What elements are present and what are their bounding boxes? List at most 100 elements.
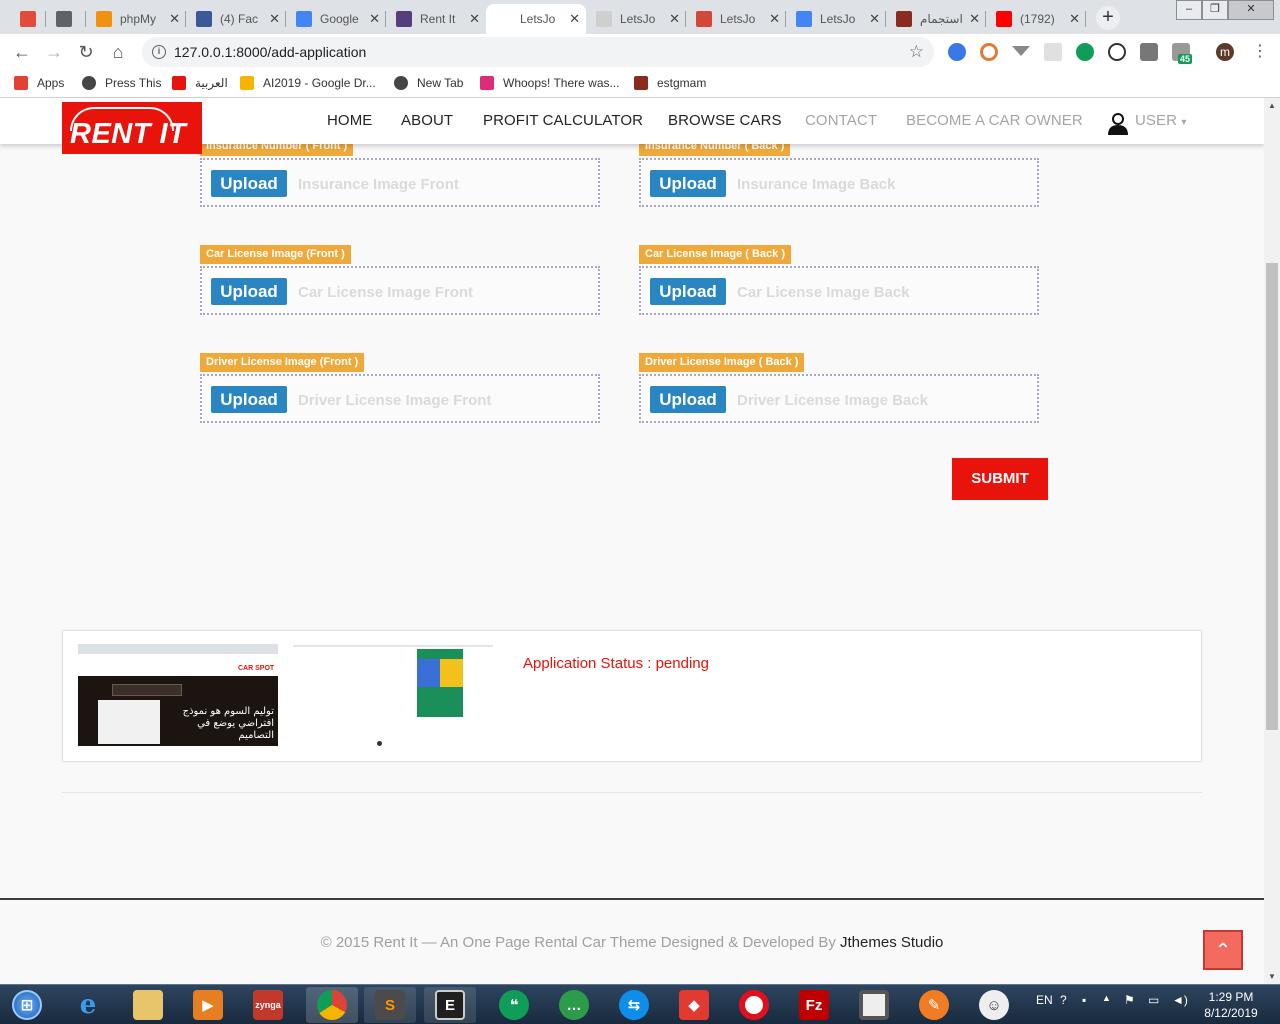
browser-tab[interactable]: LetsJo ✕: [586, 4, 686, 34]
browser-tab[interactable]: phpMy ✕: [86, 4, 186, 34]
close-tab-icon[interactable]: ✕: [969, 11, 980, 27]
taskbar-explorer[interactable]: [122, 987, 174, 1023]
close-tab-icon[interactable]: ✕: [169, 11, 180, 27]
bookmark-item[interactable]: AI2019 - Google Dr...: [240, 76, 376, 90]
extension-icon-2[interactable]: [980, 43, 998, 61]
close-tab-icon[interactable]: ✕: [369, 11, 380, 27]
profile-avatar[interactable]: m: [1216, 43, 1234, 61]
nav-become-car-owner[interactable]: BECOME A CAR OWNER: [906, 112, 1083, 129]
extension-icon-4[interactable]: [1044, 43, 1062, 61]
bookmark-item[interactable]: Apps: [14, 76, 64, 90]
browser-tab[interactable]: LetsJo ✕: [686, 4, 786, 34]
upload-button[interactable]: Upload: [650, 278, 726, 305]
bookmark-item[interactable]: العربية: [172, 76, 228, 90]
taskbar-pen[interactable]: ✎: [908, 987, 960, 1023]
close-tab-icon[interactable]: ✕: [769, 11, 780, 27]
taskbar-teamviewer[interactable]: ⇆: [608, 987, 660, 1023]
scroll-to-top-button[interactable]: ⌃: [1203, 930, 1243, 970]
volume-icon[interactable]: ◄): [1172, 993, 1188, 1007]
site-logo[interactable]: RENT IT: [62, 102, 202, 154]
minimize-button[interactable]: –: [1176, 0, 1202, 20]
nav-about[interactable]: ABOUT: [401, 112, 453, 129]
screenshot-thumbnail-1[interactable]: CAR SPOT توليم السوم هو نموذج افتراضي يوض…: [78, 644, 278, 746]
nav-profit-calculator[interactable]: PROFIT CALCULATOR: [483, 112, 643, 129]
taskbar-opera[interactable]: [728, 987, 780, 1023]
browser-tab[interactable]: استجمام ✕: [886, 4, 986, 34]
upload-field[interactable]: Upload Driver License Image Back: [639, 374, 1039, 423]
network-icon[interactable]: ▭: [1148, 993, 1159, 1007]
forward-arrow-icon[interactable]: →: [42, 40, 66, 64]
close-tab-icon[interactable]: ✕: [869, 11, 880, 27]
upload-button[interactable]: Upload: [211, 170, 287, 197]
close-tab-icon[interactable]: ✕: [669, 11, 680, 27]
help-icon[interactable]: ?: [1060, 993, 1067, 1007]
scroll-down-arrow-icon[interactable]: ▼: [1268, 972, 1276, 981]
taskbar-zynga[interactable]: zynga: [242, 987, 294, 1023]
address-bar[interactable]: i 127.0.0.1:8000/add-application ☆: [142, 37, 934, 67]
upload-button[interactable]: Upload: [211, 278, 287, 305]
system-clock[interactable]: 1:29 PM 8/12/2019: [1196, 989, 1266, 1021]
close-tab-icon[interactable]: ✕: [1069, 11, 1080, 27]
close-window-button[interactable]: ✕: [1228, 0, 1274, 20]
info-icon[interactable]: i: [152, 45, 166, 59]
user-avatar-icon[interactable]: [1106, 111, 1130, 135]
bookmark-item[interactable]: Whoops! There was...: [480, 76, 620, 90]
language-indicator[interactable]: EN: [1036, 993, 1053, 1007]
browser-tab[interactable]: (4) Fac ✕: [186, 4, 286, 34]
home-icon[interactable]: ⌂: [106, 40, 130, 64]
scroll-up-arrow-icon[interactable]: ▲: [1268, 101, 1276, 110]
taskbar-app[interactable]: [848, 987, 900, 1023]
browser-tab[interactable]: [46, 4, 86, 34]
upload-field[interactable]: Upload Insurance Image Back: [639, 158, 1039, 207]
nav-browse-cars[interactable]: BROWSE CARS: [668, 112, 782, 129]
bookmark-star-icon[interactable]: ☆: [909, 37, 924, 67]
extension-icon-7[interactable]: [1140, 43, 1158, 61]
browser-tab[interactable]: (1792) ✕: [986, 4, 1086, 34]
taskbar-hangouts[interactable]: ❝: [488, 987, 540, 1023]
page-scrollbar[interactable]: ▲ ▼: [1264, 98, 1280, 984]
taskbar-git[interactable]: ◆: [668, 987, 720, 1023]
upload-field[interactable]: Upload Driver License Image Front: [200, 374, 600, 423]
close-tab-icon[interactable]: ✕: [569, 11, 580, 27]
extension-icon-3[interactable]: [1012, 46, 1030, 56]
nav-contact[interactable]: CONTACT: [805, 112, 877, 129]
taskbar-chrome[interactable]: [306, 987, 358, 1023]
submit-button[interactable]: SUBMIT: [952, 458, 1048, 500]
bookmark-item[interactable]: Press This: [82, 76, 161, 90]
bookmark-item[interactable]: New Tab: [394, 76, 463, 90]
browser-tab[interactable]: Rent It ✕: [386, 4, 486, 34]
browser-tab[interactable]: LetsJo ✕: [486, 4, 586, 34]
maximize-button[interactable]: ❐: [1202, 0, 1228, 20]
bookmark-item[interactable]: estgmam: [634, 76, 706, 90]
browser-tab[interactable]: [10, 4, 46, 34]
screenshot-thumbnail-2[interactable]: [293, 645, 493, 747]
browser-tab[interactable]: LetsJo ✕: [786, 4, 886, 34]
taskbar-media-player[interactable]: ▶: [182, 987, 234, 1023]
taskbar-terminal[interactable]: E: [424, 987, 476, 1023]
upload-button[interactable]: Upload: [650, 170, 726, 197]
back-arrow-icon[interactable]: ←: [10, 40, 34, 64]
taskbar-smiley[interactable]: ☺: [968, 987, 1020, 1023]
show-hidden-icons-icon[interactable]: ▲: [1102, 993, 1111, 1003]
flag-icon[interactable]: ⚑: [1124, 993, 1135, 1007]
taskbar-filezilla[interactable]: Fz: [788, 987, 840, 1023]
extension-icon-5[interactable]: [1076, 43, 1094, 61]
studio-link[interactable]: Jthemes Studio: [840, 934, 943, 951]
extension-icon-1[interactable]: [948, 43, 966, 61]
taskbar-ie[interactable]: e: [62, 987, 114, 1023]
close-tab-icon[interactable]: ✕: [269, 11, 280, 27]
upload-field[interactable]: Upload Car License Image Back: [639, 266, 1039, 315]
nav-home[interactable]: HOME: [327, 112, 372, 129]
browser-tab[interactable]: Google ✕: [286, 4, 386, 34]
taskbar-messages[interactable]: …: [548, 987, 600, 1023]
upload-button[interactable]: Upload: [211, 386, 287, 413]
upload-field[interactable]: Upload Insurance Image Front: [200, 158, 600, 207]
close-tab-icon[interactable]: ✕: [469, 11, 480, 27]
menu-dots-icon[interactable]: ⋮: [1248, 40, 1272, 64]
reload-icon[interactable]: ↻: [74, 40, 98, 64]
upload-button[interactable]: Upload: [650, 386, 726, 413]
nav-user[interactable]: USER ▾: [1135, 112, 1186, 129]
tray-icon[interactable]: ▪: [1082, 993, 1086, 1007]
extension-icon-6[interactable]: [1108, 43, 1126, 61]
scrollbar-thumb[interactable]: [1266, 263, 1278, 730]
